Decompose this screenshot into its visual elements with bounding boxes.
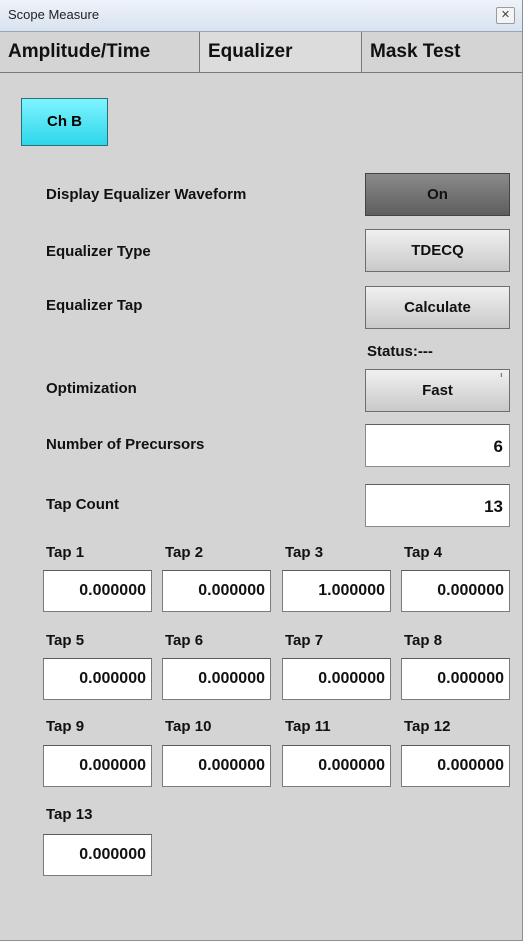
calculate-button[interactable]: Calculate: [365, 286, 510, 329]
optimization-label: Optimization: [46, 380, 137, 397]
equalizer-type-button[interactable]: TDECQ: [365, 229, 510, 272]
scope-measure-window: Scope Measure ✕ Amplitude/Time Equalizer…: [0, 0, 523, 941]
dropdown-indicator-icon: ⠆: [499, 372, 505, 379]
tap-count-field[interactable]: 13: [365, 484, 510, 527]
display-waveform-label: Display Equalizer Waveform: [46, 186, 247, 203]
tap-field[interactable]: 0.000000: [401, 570, 510, 612]
tap-label: Tap 12: [404, 718, 451, 735]
tap-field[interactable]: 0.000000: [43, 834, 152, 876]
tap-field[interactable]: 0.000000: [162, 745, 271, 787]
tap-label: Tap 5: [46, 632, 85, 649]
equalizer-type-label: Equalizer Type: [46, 243, 151, 260]
tap-label: Tap 11: [285, 718, 331, 735]
channel-b-button[interactable]: Ch B: [21, 98, 108, 146]
tap-field[interactable]: 1.000000: [282, 570, 391, 612]
tap-label: Tap 13: [46, 806, 93, 823]
tap-field[interactable]: 0.000000: [401, 745, 510, 787]
tap-field[interactable]: 0.000000: [282, 745, 391, 787]
display-waveform-toggle[interactable]: On: [365, 173, 510, 216]
tab-mask-test[interactable]: Mask Test: [362, 32, 522, 72]
status-text: Status:---: [367, 343, 433, 360]
tap-label: Tap 8: [404, 632, 443, 649]
equalizer-tap-label: Equalizer Tap: [46, 297, 143, 314]
window-title: Scope Measure: [8, 7, 100, 22]
close-button[interactable]: ✕: [496, 7, 515, 24]
tap-field[interactable]: 0.000000: [43, 745, 152, 787]
tap-field[interactable]: 0.000000: [282, 658, 391, 700]
tap-field[interactable]: 0.000000: [401, 658, 510, 700]
tab-amplitude-time[interactable]: Amplitude/Time: [0, 32, 200, 72]
tap-label: Tap 10: [165, 718, 212, 735]
tap-label: Tap 2: [165, 544, 204, 561]
tap-field[interactable]: 0.000000: [162, 570, 271, 612]
tap-label: Tap 1: [46, 544, 85, 561]
num-precursors-label: Number of Precursors: [46, 436, 205, 453]
tab-bar: Amplitude/Time Equalizer Mask Test: [0, 32, 522, 73]
tap-label: Tap 4: [404, 544, 443, 561]
tab-equalizer[interactable]: Equalizer: [200, 32, 362, 72]
tap-count-label: Tap Count: [46, 496, 120, 513]
tap-field[interactable]: 0.000000: [162, 658, 271, 700]
tap-label: Tap 7: [285, 632, 324, 649]
num-precursors-field[interactable]: 6: [365, 424, 510, 467]
tap-label: Tap 9: [46, 718, 85, 735]
optimization-value: Fast: [422, 382, 453, 399]
close-icon: ✕: [500, 9, 511, 21]
optimization-button[interactable]: Fast ⠆: [365, 369, 510, 412]
title-bar: Scope Measure ✕: [0, 0, 522, 32]
tap-field[interactable]: 0.000000: [43, 658, 152, 700]
tap-label: Tap 6: [165, 632, 204, 649]
tap-label: Tap 3: [285, 544, 324, 561]
tap-field[interactable]: 0.000000: [43, 570, 152, 612]
